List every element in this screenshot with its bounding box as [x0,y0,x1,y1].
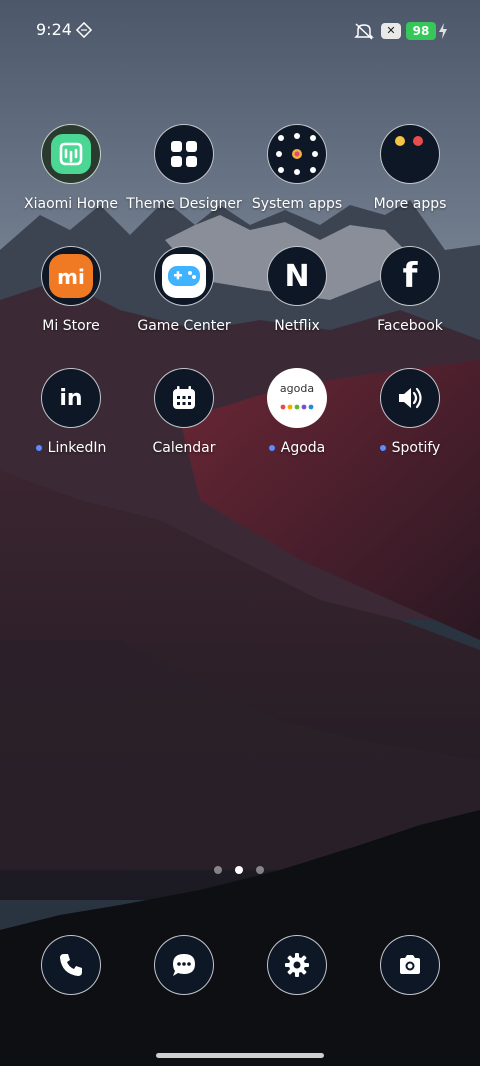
spotify-icon[interactable] [380,368,440,428]
settings-icon[interactable] [267,935,327,995]
camera-icon[interactable] [380,935,440,995]
game-center-icon[interactable] [154,246,214,306]
xiaomi-home-icon[interactable] [41,124,101,184]
netflix-logo-text: N [284,258,310,294]
charging-icon [439,23,447,39]
agoda-dots [280,404,314,410]
page-dot-active[interactable] [235,866,243,874]
messages-icon[interactable] [154,935,214,995]
page-dot[interactable] [214,866,222,874]
linkedin-icon[interactable]: in [41,368,101,428]
facebook-logo-text: f [402,256,418,296]
app-label: Facebook [377,318,443,334]
page-dot[interactable] [256,866,264,874]
notification-dot [268,445,275,451]
gesture-home-bar[interactable] [156,1053,324,1058]
agoda-wordmark: agoda [279,382,315,395]
facebook-icon[interactable]: f [380,246,440,306]
svg-text:mi: mi [57,265,85,289]
mi-store-icon[interactable]: mi [41,246,101,306]
theme-designer-icon[interactable] [154,124,214,184]
nfc-icon [76,22,92,38]
app-label: Spotify [344,440,476,456]
calendar-icon[interactable] [154,368,214,428]
page-indicator[interactable] [214,866,268,876]
battery-icon: 98 [406,22,436,40]
status-time: 9:24 [36,20,72,39]
status-bar: 9:24 ✕ 98 [0,0,480,62]
x-box-icon: ✕ [381,23,401,39]
system-apps-folder-icon[interactable] [267,124,327,184]
mute-icon [354,23,374,40]
phone-icon[interactable] [41,935,101,995]
more-apps-folder-icon[interactable] [380,124,440,184]
netflix-icon[interactable]: N [267,246,327,306]
notification-dot [379,445,386,451]
linkedin-logo-text: in [59,385,83,411]
agoda-icon[interactable]: agoda [267,368,327,428]
app-label: More apps [373,196,447,212]
notification-dot [35,445,42,451]
